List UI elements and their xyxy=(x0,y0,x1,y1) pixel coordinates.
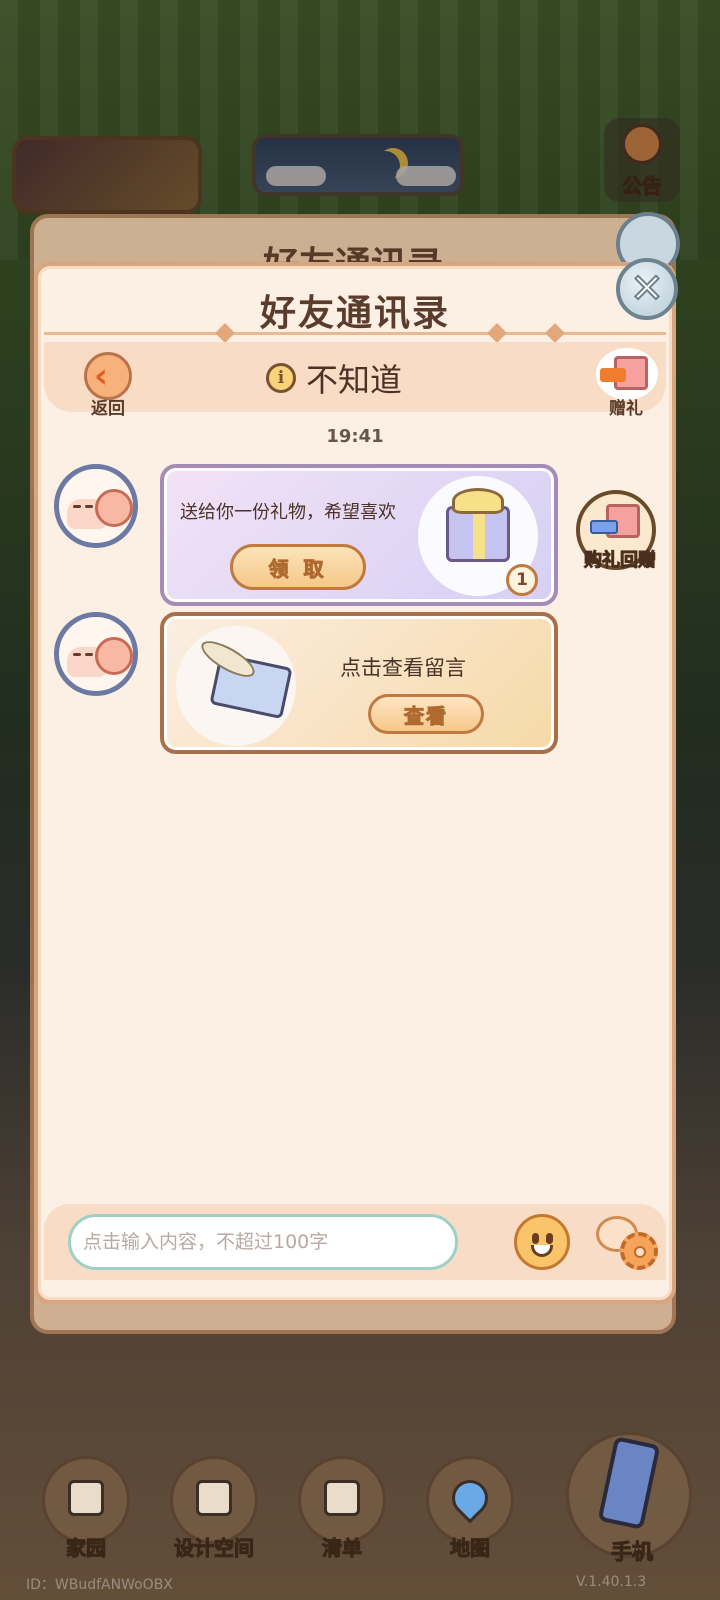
buy-return-gift-button[interactable]: 购礼回赠 xyxy=(576,490,660,576)
list-icon xyxy=(324,1480,360,1516)
gift-message-text: 送给你一份礼物，希望喜欢 xyxy=(180,502,396,523)
nav-item-phone[interactable]: 手机 xyxy=(566,1420,698,1580)
version-label: V.1.40.1.3 xyxy=(576,1574,647,1590)
message-timestamp: 19:41 xyxy=(326,426,384,447)
design-icon xyxy=(196,1480,232,1516)
friend-name-group[interactable]: i 不知道 xyxy=(266,358,403,399)
emoji-eye xyxy=(546,1233,553,1244)
snail-shell xyxy=(95,637,133,675)
arrow-right-icon xyxy=(600,368,626,382)
phone-label: 手机 xyxy=(611,1540,654,1565)
smile-icon xyxy=(531,1245,553,1257)
friend-avatar[interactable] xyxy=(54,612,138,696)
arrow-left-icon xyxy=(590,520,618,534)
snail-eye xyxy=(85,505,93,508)
gift-count-badge: 1 xyxy=(506,564,538,596)
nav-label: 清单 xyxy=(322,1536,363,1561)
house-icon xyxy=(68,1480,104,1516)
friend-avatar[interactable] xyxy=(54,464,138,548)
bottom-nav: 家园 设计空间 清单 地图 手机 xyxy=(0,1420,720,1600)
back-label: 返回 xyxy=(91,399,125,419)
letter-item-display[interactable] xyxy=(176,626,296,746)
snail-eye xyxy=(73,505,81,508)
gear-icon xyxy=(620,1232,658,1270)
snail-shell xyxy=(95,489,133,527)
return-gift-label: 购礼回赠 xyxy=(584,550,657,572)
friend-name: 不知道 xyxy=(306,361,403,399)
snail-eye xyxy=(73,653,81,656)
emoji-button[interactable] xyxy=(514,1214,570,1270)
send-gift-label: 赠礼 xyxy=(609,399,643,419)
chevron-left-icon: ‹ xyxy=(94,356,109,396)
nav-label: 家园 xyxy=(66,1536,107,1561)
claim-gift-button[interactable]: 领 取 xyxy=(230,544,366,590)
present-ribbon xyxy=(473,509,485,559)
chat-settings-button[interactable] xyxy=(596,1214,662,1272)
present-bow xyxy=(452,488,504,514)
nav-label: 设计空间 xyxy=(174,1536,255,1561)
title-divider xyxy=(44,332,666,335)
present-icon xyxy=(446,506,510,562)
snail-eye xyxy=(85,653,93,656)
emoji-eye xyxy=(532,1233,539,1244)
nav-label: 地图 xyxy=(450,1536,491,1561)
friend-chat-dialog: 好友通讯录 ‹ 返回 i 不知道 赠礼 19:41 送给你一份礼物，希望喜欢 领… xyxy=(34,262,676,1304)
nav-item-design-space[interactable]: 设计空间 xyxy=(166,1456,262,1566)
nav-item-map[interactable]: 地图 xyxy=(422,1456,518,1566)
dialog-title: 好友通讯录 xyxy=(259,293,450,334)
view-message-button[interactable]: 查看 xyxy=(368,694,484,734)
message-input[interactable] xyxy=(68,1214,458,1270)
send-gift-button[interactable]: 赠礼 xyxy=(592,348,660,419)
back-button[interactable]: ‹ 返回 xyxy=(80,352,136,419)
chat-input-bar xyxy=(44,1204,666,1280)
info-icon[interactable]: i xyxy=(266,363,296,393)
nav-item-home[interactable]: 家园 xyxy=(38,1456,134,1566)
player-id: ID：WBudfANWoOBX xyxy=(26,1577,173,1593)
gift-message-card: 送给你一份礼物，希望喜欢 领 取 1 xyxy=(160,464,558,606)
close-icon: ✕ xyxy=(629,265,665,313)
chat-header: ‹ 返回 i 不知道 赠礼 xyxy=(44,342,666,419)
nav-item-list[interactable]: 清单 xyxy=(294,1456,390,1566)
gear-hole xyxy=(634,1246,646,1258)
close-button[interactable]: ✕ xyxy=(616,258,678,320)
letter-message-text: 点击查看留言 xyxy=(340,656,466,680)
letter-message-card: 点击查看留言 查看 xyxy=(160,612,558,754)
